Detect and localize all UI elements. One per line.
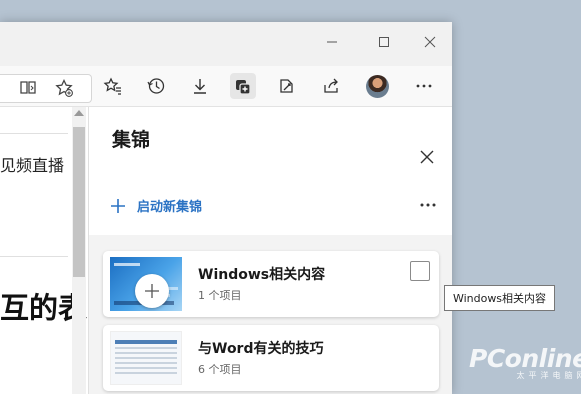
add-to-collection-button[interactable] bbox=[135, 274, 169, 308]
divider bbox=[0, 256, 68, 257]
collection-thumbnail bbox=[110, 331, 182, 385]
more-icon bbox=[420, 203, 436, 207]
minimize-button[interactable] bbox=[318, 30, 346, 54]
avatar[interactable] bbox=[366, 75, 389, 98]
watermark: PConline 太平洋电脑网 bbox=[469, 344, 581, 381]
collection-card[interactable]: Windows相关内容 1 个项目 bbox=[103, 251, 439, 317]
maximize-icon bbox=[379, 37, 389, 47]
watermark-brand: PConline bbox=[469, 344, 581, 373]
browser-window: 见频直播 互的表 集锦 启动新集锦 Windows相关内容 1 个项目 与Wor… bbox=[0, 22, 452, 394]
web-capture-icon bbox=[280, 79, 293, 93]
title-bar bbox=[0, 22, 452, 66]
favorites-icon bbox=[103, 77, 121, 95]
address-bar[interactable] bbox=[0, 74, 92, 103]
collection-title: 与Word有关的技巧 bbox=[198, 341, 324, 357]
share-icon bbox=[324, 78, 338, 93]
close-icon bbox=[424, 36, 436, 48]
collection-thumbnail bbox=[110, 257, 182, 311]
close-icon bbox=[420, 150, 434, 164]
web-page-content: 见频直播 互的表 bbox=[0, 107, 88, 394]
download-icon bbox=[194, 79, 206, 94]
collection-title: Windows相关内容 bbox=[198, 267, 326, 283]
share-button[interactable] bbox=[318, 73, 344, 99]
collections-pane: 集锦 启动新集锦 Windows相关内容 1 个项目 与Word有关的技巧 6 … bbox=[88, 107, 452, 394]
page-text: 见频直播 bbox=[0, 156, 65, 175]
scroll-up-arrow-icon[interactable] bbox=[74, 110, 84, 116]
toolbar bbox=[0, 66, 452, 107]
immersive-reader-icon[interactable] bbox=[18, 78, 38, 102]
collections-more-button[interactable] bbox=[417, 197, 439, 213]
maximize-button[interactable] bbox=[370, 30, 398, 54]
settings-more-button[interactable] bbox=[411, 73, 437, 99]
collection-select-checkbox[interactable] bbox=[410, 261, 430, 281]
collection-card[interactable]: 与Word有关的技巧 6 个项目 bbox=[103, 325, 439, 391]
collection-item-count: 1 个项目 bbox=[198, 289, 242, 302]
more-icon bbox=[416, 84, 432, 88]
favorites-button[interactable] bbox=[100, 73, 126, 99]
collections-icon bbox=[236, 80, 251, 95]
scrollbar-thumb[interactable] bbox=[73, 127, 85, 277]
collections-header: 集锦 启动新集锦 bbox=[89, 107, 452, 235]
web-capture-button[interactable] bbox=[273, 73, 299, 99]
add-favorite-icon[interactable] bbox=[54, 78, 74, 102]
collection-item-count: 6 个项目 bbox=[198, 363, 242, 376]
downloads-button[interactable] bbox=[187, 73, 213, 99]
window-close-button[interactable] bbox=[416, 30, 444, 54]
pane-close-button[interactable] bbox=[417, 147, 437, 167]
tooltip: Windows相关内容 bbox=[444, 285, 555, 311]
plus-icon bbox=[111, 198, 125, 213]
plus-icon bbox=[145, 284, 159, 298]
collections-button[interactable] bbox=[230, 73, 256, 99]
minimize-icon bbox=[327, 41, 337, 43]
start-new-collection-button[interactable]: 启动新集锦 bbox=[111, 196, 202, 215]
start-new-collection-label: 启动新集锦 bbox=[137, 200, 203, 215]
divider bbox=[0, 133, 68, 134]
history-icon bbox=[147, 78, 165, 94]
pane-title: 集锦 bbox=[112, 129, 151, 151]
history-button[interactable] bbox=[143, 73, 169, 99]
